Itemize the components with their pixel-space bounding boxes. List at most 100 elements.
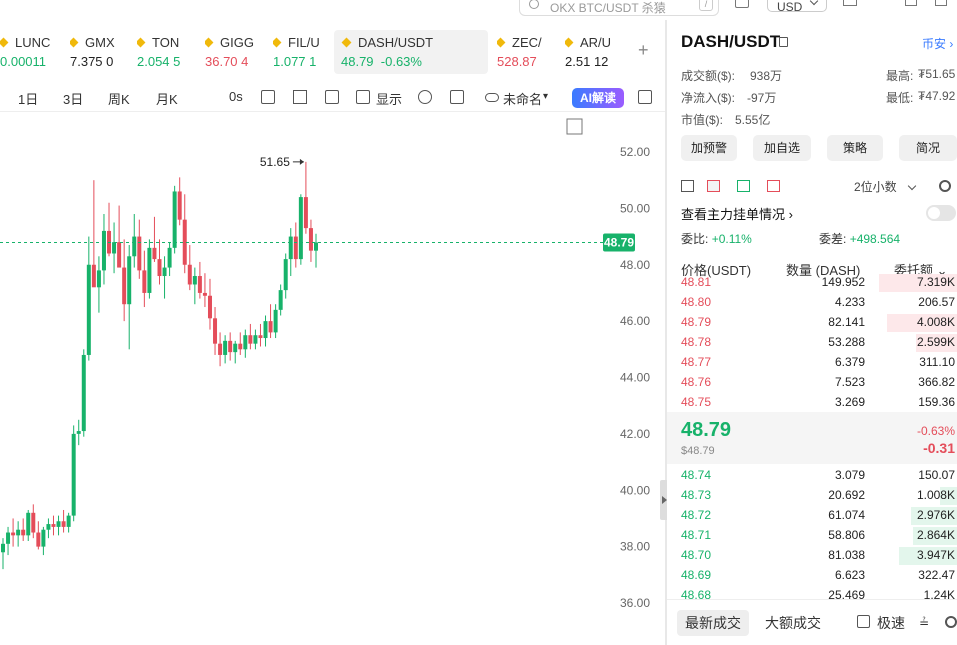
order-total: 1.008K (916, 488, 955, 502)
maximize-icon[interactable] (935, 0, 947, 6)
bid-row[interactable]: 48.74 3.079 150.07 (667, 466, 957, 486)
bid-row[interactable]: 48.71 58.806 2.864K (667, 526, 957, 546)
order-qty: 6.379 (834, 355, 865, 369)
gear-icon[interactable] (939, 180, 951, 192)
chart-canvas[interactable]: 52.00 50.00 48.00 46.00 44.00 42.00 40.00 38.00… (0, 112, 665, 645)
last-price-block: 48.79 $48.79 -0.63% -0.31 (667, 412, 957, 464)
ask-row[interactable]: 48.77 6.379 311.10 (667, 353, 957, 373)
order-qty: 61.074 (828, 508, 865, 522)
order-total: 3.947K (916, 548, 955, 562)
order-total: 366.82 (918, 375, 955, 389)
fast-checkbox[interactable] (857, 615, 870, 628)
ticker-fil[interactable]: FIL/U 1.077 1 (273, 30, 325, 74)
decimals-select[interactable]: 2位小数 (854, 178, 916, 195)
timer-label[interactable]: 0s (229, 89, 243, 104)
interval-1d[interactable]: 1日 (18, 89, 38, 108)
ask-row[interactable]: 48.75 3.269 159.36 (667, 393, 957, 413)
share-icon[interactable] (638, 90, 652, 104)
bid-row[interactable]: 48.73 20.692 1.008K (667, 486, 957, 506)
order-price: 48.78 (681, 335, 712, 349)
ticker-dash-active[interactable]: DASH/USDT 48.79 -0.63% (334, 30, 488, 74)
ticker-lunc[interactable]: LUNC 0.00011 (0, 30, 55, 74)
chevron-down-icon (907, 181, 916, 191)
ticker-price: 36.70 (205, 54, 238, 69)
settings-icon[interactable] (418, 90, 432, 104)
order-qty: 6.623 (834, 568, 865, 582)
layout-name[interactable]: 未命名 (503, 89, 542, 108)
ask-row[interactable]: 48.79 82.141 4.008K (667, 313, 957, 333)
exchange-link[interactable]: 币安 › (922, 35, 953, 52)
current-price-label: 48.79 (604, 235, 634, 249)
last-pct: -0.63% (916, 424, 955, 438)
currency-select[interactable]: USD (767, 0, 827, 14)
right-panel: DASH/USDT 币安 › 成交额($): 938万 最高: ₮51.65 净… (667, 20, 957, 645)
orderbook-popout-icon[interactable] (681, 180, 694, 192)
candle-body (233, 343, 238, 353)
filter-icon[interactable]: ≟ (919, 610, 929, 636)
popout-icon[interactable] (325, 90, 339, 104)
coin-icon (205, 37, 214, 48)
download-icon[interactable] (843, 0, 857, 6)
orderbook-bids-icon[interactable] (737, 180, 750, 192)
display-button[interactable]: 显示 (376, 89, 402, 108)
strategy-button[interactable]: 策略 (827, 135, 883, 161)
y-tick-label: 44.00 (620, 371, 650, 385)
ticker-gigg[interactable]: GIGG 36.70 4 (205, 30, 257, 74)
ask-row[interactable]: 48.76 7.523 366.82 (667, 373, 957, 393)
add-ticker-icon[interactable]: + (638, 40, 649, 61)
candle-body (177, 191, 182, 220)
search-input[interactable]: OKX BTC/USDT 杀猿 / (519, 0, 719, 16)
candle-body (112, 242, 117, 254)
indicator-icon[interactable] (356, 90, 370, 104)
candlestick-chart[interactable]: 52.00 50.00 48.00 46.00 44.00 42.00 40.00 38.00… (0, 112, 665, 645)
ticker-zec[interactable]: ZEC/ 528.87 (497, 30, 549, 74)
bid-row[interactable]: 48.70 81.038 3.947K (667, 546, 957, 566)
interval-month[interactable]: 月K (156, 89, 178, 108)
ticker-change: 0 (106, 54, 114, 69)
chart-toolbar: 1日 3日 周K 月K 0s 显示 未命名 ▾ AI解读 (0, 84, 665, 112)
low-value: ₮47.92 (918, 89, 956, 103)
candle-body (152, 247, 157, 260)
high-value: ₮51.65 (918, 67, 956, 81)
gear-icon[interactable] (945, 616, 957, 628)
ticker-strip: LUNC 0.00011 GMX 7.375 0 TON 2.054 5 GIG… (0, 30, 665, 74)
candle-body (91, 264, 96, 288)
coin-icon (273, 37, 282, 48)
candle-body (137, 236, 142, 271)
ai-interpret-button[interactable]: AI解读 (572, 88, 624, 108)
order-price: 48.70 (681, 548, 712, 562)
bid-row[interactable]: 48.69 6.623 322.47 (667, 566, 957, 586)
search-hotkey-badge: / (699, 0, 713, 11)
copy-icon[interactable] (779, 37, 788, 47)
pencil-icon[interactable] (293, 90, 307, 104)
ticker-ton[interactable]: TON 2.054 5 (137, 30, 189, 74)
bid-row[interactable]: 48.72 61.074 2.976K (667, 506, 957, 526)
ticker-ar[interactable]: AR/U 2.51 12 (565, 30, 617, 74)
add-watchlist-button[interactable]: 加自选 (753, 135, 811, 161)
orderbook-asks-icon[interactable] (767, 180, 780, 192)
add-alert-button[interactable]: 加预警 (681, 135, 737, 161)
ticker-price: 7.375 (70, 54, 103, 69)
candle-body (207, 295, 212, 319)
y-tick-label: 46.00 (620, 314, 650, 328)
tab-latest-trades[interactable]: 最新成交 (677, 610, 749, 636)
main-force-link[interactable]: 查看主力挂单情况 › (681, 204, 793, 223)
bell-icon[interactable] (735, 0, 749, 8)
y-tick-label: 38.00 (620, 540, 650, 554)
ask-row[interactable]: 48.78 53.288 2.599K (667, 333, 957, 353)
tab-large-trades[interactable]: 大额成交 (765, 610, 821, 636)
minimize-icon[interactable] (905, 0, 917, 6)
ask-row[interactable]: 48.80 4.233 206.57 (667, 293, 957, 313)
orderbook-both-icon[interactable] (707, 180, 720, 192)
brief-button[interactable]: 简况 (899, 135, 957, 161)
ask-row[interactable]: 48.81 149.952 7.319K (667, 273, 957, 293)
ticker-gmx[interactable]: GMX 7.375 0 (70, 30, 128, 74)
interval-3d[interactable]: 3日 (63, 89, 83, 108)
interval-week[interactable]: 周K (108, 89, 130, 108)
fullscreen-icon[interactable] (450, 90, 464, 104)
candle-body (167, 247, 172, 268)
candle-body (101, 230, 106, 271)
camera-icon[interactable] (261, 90, 275, 104)
main-force-toggle[interactable] (926, 205, 956, 221)
order-total: 7.319K (916, 275, 955, 289)
